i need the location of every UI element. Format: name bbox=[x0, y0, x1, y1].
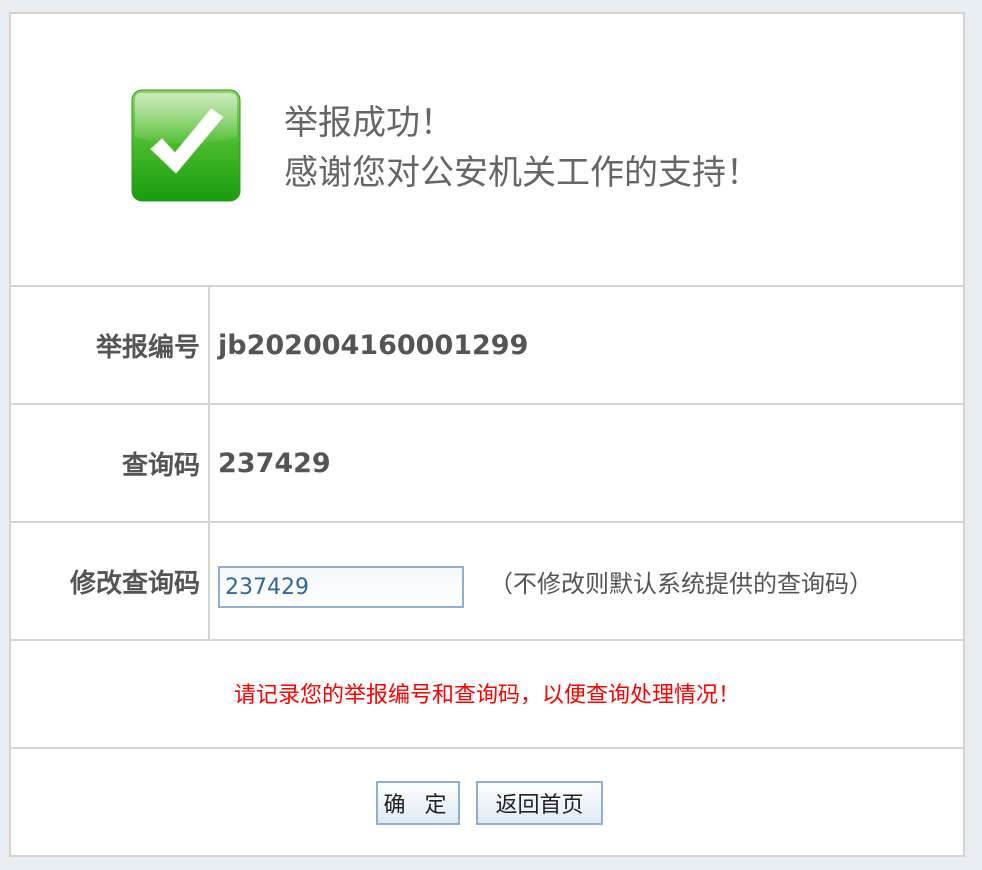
success-title: 举报成功！ bbox=[284, 103, 454, 143]
modify-query-code-row: 修改查询码 （不修改则默认系统提供的查询码） bbox=[11, 523, 963, 641]
result-panel: 举报成功！ 感谢您对公安机关工作的支持！ 举报编号 jb202004160001… bbox=[9, 12, 965, 857]
checkmark-icon bbox=[131, 89, 241, 202]
notice-row: 请记录您的举报编号和查询码，以便查询处理情况！ bbox=[11, 638, 963, 749]
success-thanks: 感谢您对公安机关工作的支持！ bbox=[284, 153, 760, 193]
success-header: 举报成功！ 感谢您对公安机关工作的支持！ bbox=[11, 14, 963, 287]
query-code-value: 237429 bbox=[218, 447, 331, 479]
modify-query-code-label: 修改查询码 bbox=[11, 523, 210, 639]
report-number-value: jb202004160001299 bbox=[218, 329, 529, 361]
confirm-button[interactable]: 确 定 bbox=[376, 781, 460, 825]
record-notice: 请记录您的举报编号和查询码，以便查询处理情况！ bbox=[233, 682, 740, 708]
button-row: 确 定 返回首页 bbox=[11, 749, 963, 855]
report-number-label: 举报编号 bbox=[11, 287, 210, 403]
report-number-row: 举报编号 jb202004160001299 bbox=[11, 287, 963, 405]
query-code-row: 查询码 237429 bbox=[11, 405, 963, 523]
query-code-label: 查询码 bbox=[11, 405, 210, 521]
return-home-button[interactable]: 返回首页 bbox=[476, 781, 603, 825]
query-code-input[interactable] bbox=[218, 566, 464, 608]
success-message: 举报成功！ 感谢您对公安机关工作的支持！ bbox=[284, 98, 760, 198]
modify-hint: （不修改则默认系统提供的查询码） bbox=[489, 569, 873, 598]
